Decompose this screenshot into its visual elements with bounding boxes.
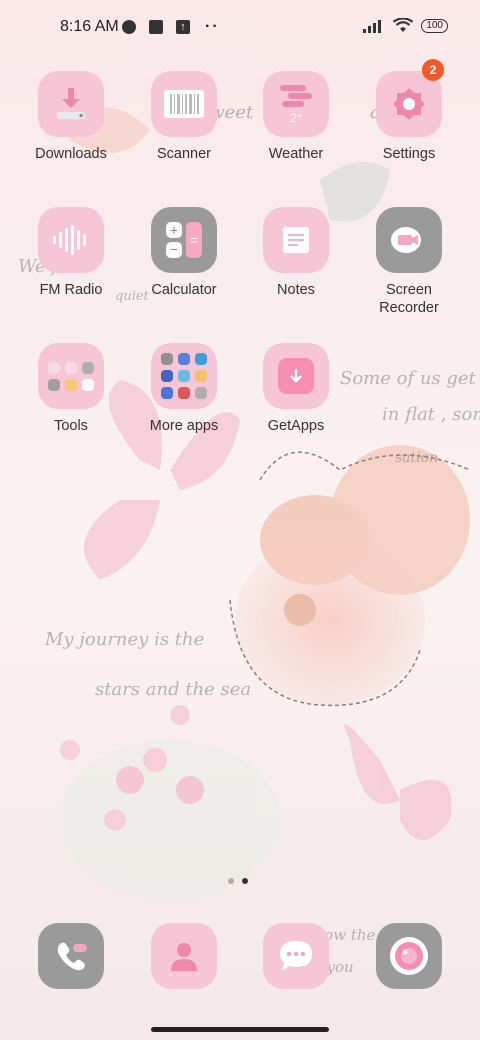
dock-messages[interactable]: [240, 923, 352, 989]
svg-text:My journey is the: My journey is the: [44, 629, 204, 650]
folder-icon: [151, 343, 217, 409]
app-notes[interactable]: Notes: [240, 207, 352, 299]
app-label: Downloads: [35, 146, 107, 162]
square-notification-icon: [149, 20, 163, 34]
app-label: Notes: [277, 282, 315, 298]
app-label: More apps: [149, 418, 219, 434]
svg-text:sation: sation: [395, 450, 438, 466]
contacts-icon: [151, 923, 217, 989]
app-label: FM Radio: [39, 282, 103, 298]
folder-icon: [38, 343, 104, 409]
app-fm-radio[interactable]: FM Radio: [15, 207, 127, 299]
squirrel-illustration: [229, 445, 471, 707]
phone-icon: [38, 923, 104, 989]
app-getapps[interactable]: GetApps: [240, 343, 352, 435]
video-camera-icon: [376, 207, 442, 273]
more-notifications: ··: [205, 18, 220, 35]
battery-indicator: 100: [421, 18, 448, 33]
notification-badge: 2: [422, 59, 444, 81]
app-label: Settings: [382, 146, 436, 162]
clock: 8:16 AM: [60, 18, 119, 35]
svg-text:Some of us get: Some of us get: [340, 368, 477, 389]
svg-text:in flat , som: in flat , som: [382, 404, 480, 425]
page-dot[interactable]: [228, 878, 234, 884]
app-folder-tools[interactable]: Tools: [15, 343, 127, 435]
system-indicators: 100: [363, 18, 448, 33]
weather-icon: 2°: [263, 71, 329, 137]
app-label: Weather: [268, 146, 324, 162]
weather-temperature: 2°: [290, 111, 302, 125]
calculator-icon: + = −: [151, 207, 217, 273]
dock-phone[interactable]: [15, 923, 127, 989]
notes-icon: [263, 207, 329, 273]
wifi-icon: [393, 18, 414, 32]
app-label: Scanner: [156, 146, 211, 162]
app-weather[interactable]: 2° Weather: [240, 71, 352, 163]
page-dot-active[interactable]: [242, 878, 248, 884]
signal-icon: [363, 19, 382, 33]
message-icon: [263, 923, 329, 989]
app-settings[interactable]: 2 Settings: [353, 59, 465, 163]
gear-icon: 2: [376, 59, 444, 137]
app-label: Tools: [54, 418, 88, 434]
app-scanner[interactable]: Scanner: [128, 71, 240, 163]
notification-icons: ↑ ··: [122, 18, 220, 36]
page-indicator: [228, 878, 248, 884]
getapps-icon: [263, 343, 329, 409]
dock-camera[interactable]: [353, 923, 465, 989]
flower-basket-illustration: [60, 705, 280, 900]
app-label: Screen Recorder: [379, 282, 439, 316]
barcode-icon: [151, 71, 217, 137]
app-label: GetApps: [267, 418, 325, 434]
download-icon: [38, 71, 104, 137]
app-screen-recorder[interactable]: Screen Recorder: [353, 207, 465, 317]
status-bar: 8:16 AM ↑ ·· 100: [0, 0, 480, 56]
pie-chart-icon: [122, 20, 136, 34]
camera-icon: [376, 923, 442, 989]
app-downloads[interactable]: Downloads: [15, 71, 127, 163]
app-calculator[interactable]: + = − Calculator: [128, 207, 240, 299]
radio-wave-icon: [38, 207, 104, 273]
upload-notification-icon: ↑: [176, 20, 190, 34]
app-folder-more-apps[interactable]: More apps: [128, 343, 240, 435]
dock-contacts[interactable]: [128, 923, 240, 989]
home-indicator-bar[interactable]: [151, 1027, 329, 1032]
svg-text:stars and the sea: stars and the sea: [95, 679, 251, 700]
app-label: Calculator: [151, 282, 217, 298]
